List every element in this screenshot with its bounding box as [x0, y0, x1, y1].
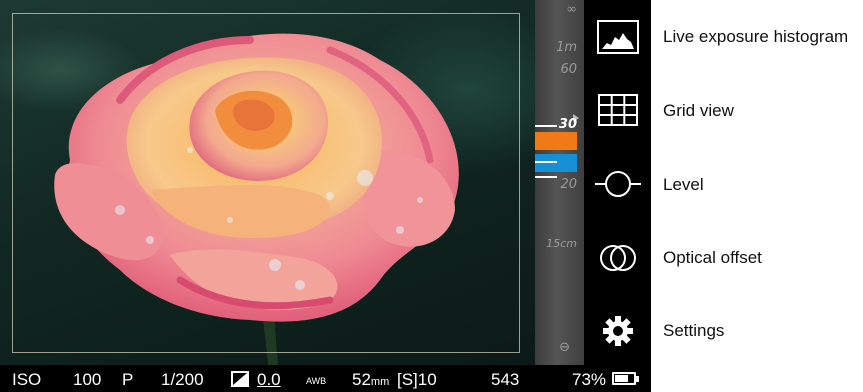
grid-icon — [598, 94, 638, 126]
focal-length: 52mm — [352, 370, 389, 390]
battery-fill — [615, 375, 628, 382]
near-limit-icon: ⊖ — [559, 340, 570, 355]
focus-mode[interactable]: [S]10 — [397, 370, 437, 390]
scale-60: 60 — [560, 62, 577, 77]
exposure-mode[interactable]: P — [122, 370, 133, 390]
focal-length-unit: mm — [370, 376, 390, 388]
scale-15cm: 15cm — [546, 237, 577, 250]
iso-value[interactable]: 100 — [73, 370, 101, 390]
depth-of-field-band-orange — [535, 132, 577, 150]
exposure-compensation-icon — [231, 371, 249, 387]
callout-optical-offset: Optical offset — [663, 248, 762, 267]
optical-offset-icon — [600, 245, 636, 271]
scale-infinity: ∞ — [566, 2, 577, 17]
white-balance[interactable]: AWB — [306, 376, 326, 386]
iso-label: ISO — [12, 370, 42, 389]
grid-view-button[interactable] — [593, 88, 643, 132]
tool-icon-column — [584, 0, 651, 365]
callout-settings: Settings — [663, 321, 725, 340]
depth-of-field-band-blue — [535, 154, 577, 172]
af-frame — [12, 13, 520, 353]
focus-near-limit-line — [535, 125, 557, 127]
battery-icon — [612, 372, 636, 385]
optical-offset-button[interactable] — [593, 236, 643, 280]
battery-percent: 73% — [572, 370, 607, 389]
callout-level: Level — [663, 175, 704, 194]
scale-20: 20 — [560, 177, 577, 192]
level-button[interactable] — [593, 162, 643, 206]
exposure-compensation-value[interactable]: 0.0 — [257, 370, 281, 390]
gear-icon — [603, 316, 633, 346]
callout-histogram: Live exposure histogram — [663, 27, 849, 46]
focus-far-limit-line — [535, 176, 557, 178]
focus-distance-scale[interactable]: ∞ 1m 60 30 20 15cm ⊖ — [535, 0, 584, 365]
shots-remaining: 543 — [491, 370, 520, 389]
focal-length-value: 52 — [352, 370, 371, 389]
scale-30: 30 — [558, 117, 577, 132]
focus-position-line — [535, 161, 557, 163]
camera-screen: ∞ 1m 60 30 20 15cm ⊖ ISO 100 P 1/200 0.0… — [0, 0, 651, 392]
viewfinder[interactable] — [0, 0, 535, 365]
histogram-icon — [597, 20, 639, 54]
histogram-button[interactable] — [593, 15, 643, 59]
level-icon — [595, 171, 641, 197]
status-bar: ISO 100 P 1/200 0.0 AWB 52mm [S]10 543 7… — [0, 365, 651, 392]
battery-tip — [636, 376, 639, 382]
shutter-speed[interactable]: 1/200 — [161, 370, 204, 390]
callout-grid-view: Grid view — [663, 101, 734, 120]
scale-1m: 1m — [556, 40, 577, 55]
settings-button[interactable] — [593, 309, 643, 353]
